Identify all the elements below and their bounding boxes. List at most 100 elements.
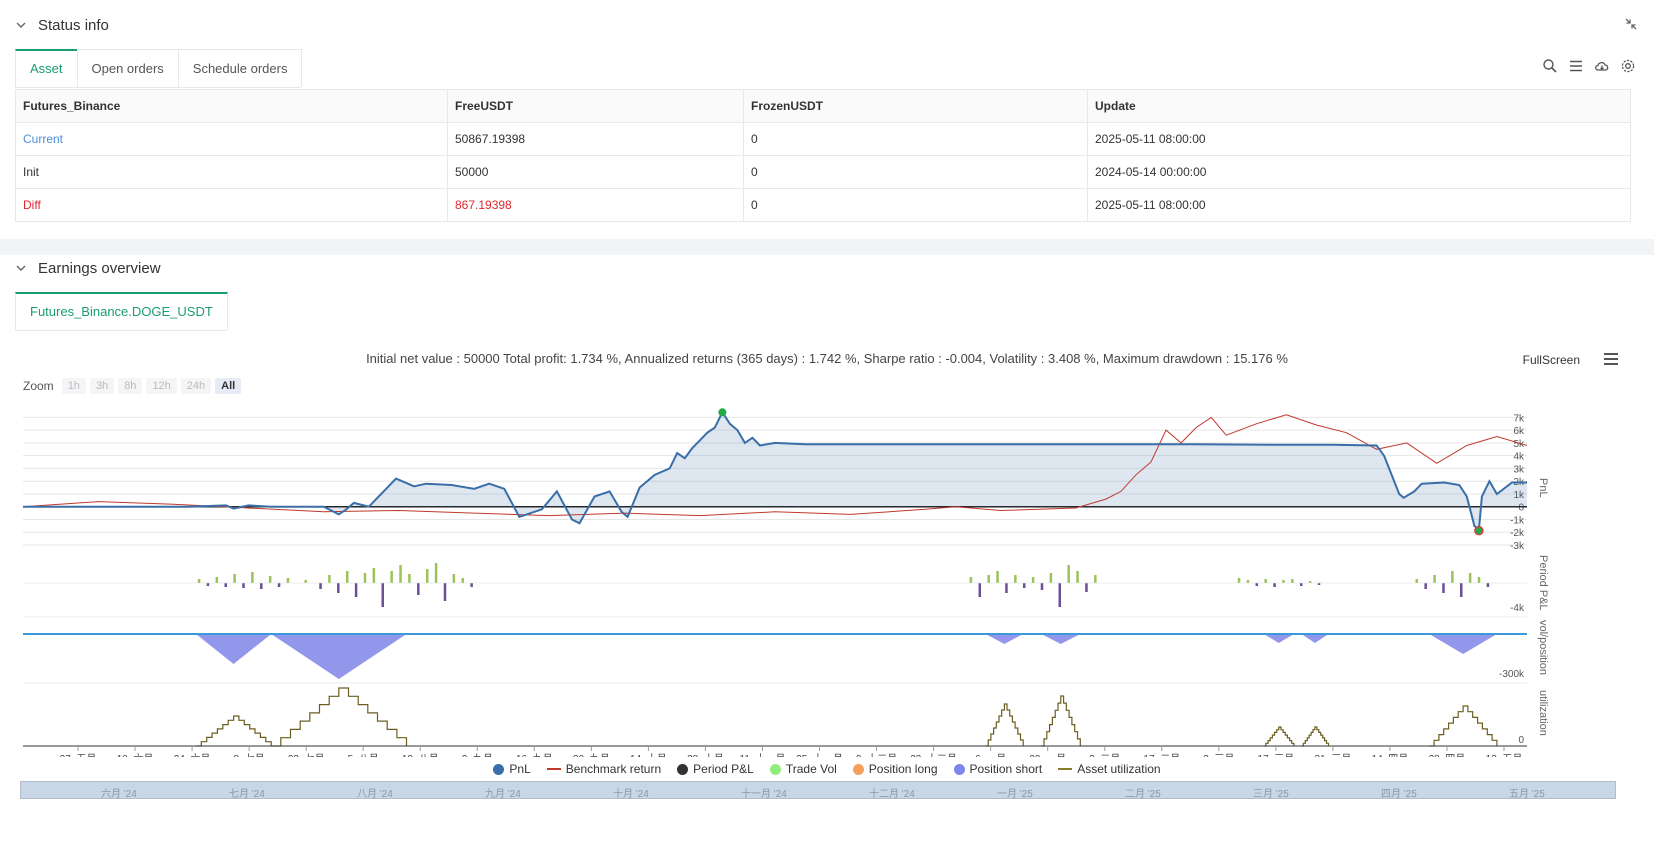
navigator-label: 十一月 '24 <box>741 789 787 800</box>
period-pnl-bar <box>206 583 210 586</box>
period-pnl-bar <box>354 583 358 597</box>
period-pnl-bar <box>1264 579 1267 583</box>
period-pnl-bar <box>1308 581 1312 583</box>
period-pnl-bar <box>277 583 281 587</box>
period-pnl-bar <box>381 583 385 607</box>
y-tick-label: -3k <box>1510 541 1525 552</box>
period-pnl-bar <box>1067 565 1070 583</box>
legend-item-position-long[interactable]: Position long <box>852 762 938 776</box>
navigator-label: 八月 '24 <box>357 789 393 800</box>
legend-marker <box>769 763 781 775</box>
status-panel: Status info Asset Open orders Schedule o… <box>0 0 1654 239</box>
update-value: 2024-05-14 00:00:00 <box>1087 155 1631 189</box>
search-icon[interactable] <box>1542 58 1558 74</box>
period-pnl-bar <box>224 583 227 587</box>
earnings-panel-header[interactable]: Earnings overview <box>0 243 1654 293</box>
navigator-label: 三月 '25 <box>1253 789 1289 800</box>
y-tick-label: 3k <box>1513 464 1525 475</box>
panel-title: Status info <box>38 16 109 34</box>
chevron-down-icon[interactable] <box>14 18 28 32</box>
x-tick-label: 17. 三月 <box>1257 753 1294 757</box>
time-navigator[interactable]: 六月 '24 七月 '24 八月 '24 九月 '24 十月 '24 十一月 '24 十二月… <box>20 781 1616 800</box>
column-header: FreeUSDT <box>447 89 744 123</box>
period-pnl-bar <box>1049 573 1053 583</box>
tab-schedule-orders[interactable]: Schedule orders <box>177 49 303 87</box>
zoom-1h-button[interactable]: 1h <box>61 378 86 394</box>
table-toolbar <box>1542 58 1636 74</box>
asset-utilization-line <box>195 715 272 747</box>
gear-icon[interactable] <box>1620 58 1636 74</box>
min-marker <box>1474 525 1484 536</box>
x-tick-label: 3. 二月 <box>1089 753 1120 757</box>
fullscreen-button[interactable]: FullScreen <box>1523 353 1580 367</box>
period-pnl-bar <box>1094 575 1097 583</box>
legend-marker <box>852 763 864 775</box>
period-pnl-bar <box>215 577 219 583</box>
legend-label: Period P&L <box>693 762 754 776</box>
x-tick-label: 3. 三月 <box>1203 753 1234 757</box>
frozen-value: 0 <box>743 188 1088 222</box>
period-pnl-bar <box>345 571 349 583</box>
period-pnl-bar <box>969 577 973 583</box>
navigator-label: 六月 '24 <box>101 789 137 800</box>
x-tick-label: 22. 七月 <box>288 753 325 757</box>
zoom-all-button[interactable]: All <box>215 378 242 394</box>
zoom-24h-button[interactable]: 24h <box>180 378 212 394</box>
legend-item-asset-utilization[interactable]: Asset utilization <box>1058 762 1161 776</box>
chevron-down-icon[interactable] <box>14 261 28 275</box>
navigator-label: 二月 '25 <box>1125 789 1161 800</box>
list-icon[interactable] <box>1568 58 1584 74</box>
collapse-fullscreen-icon[interactable] <box>1624 17 1638 31</box>
y-tick-label: -4k <box>1510 603 1525 614</box>
zoom-8h-button[interactable]: 8h <box>118 378 143 394</box>
asset-utilization-line <box>1429 705 1498 747</box>
period-pnl-bar <box>372 568 376 583</box>
chart-menu-icon[interactable] <box>1602 352 1620 366</box>
zoom-12h-button[interactable]: 12h <box>146 378 177 394</box>
tab-asset[interactable]: Asset <box>15 49 78 87</box>
position-short-area <box>1041 634 1081 644</box>
period-pnl-bar <box>242 583 245 588</box>
period-pnl-bar <box>304 580 307 583</box>
x-tick-label: 5. 八月 <box>348 753 379 757</box>
legend-item-trade-vol[interactable]: Trade Vol <box>769 762 837 776</box>
period-pnl-bar <box>233 574 236 583</box>
legend-item-benchmark[interactable]: Benchmark return <box>546 762 662 776</box>
tab-symbol[interactable]: Futures_Binance.DOGE_USDT <box>15 292 228 330</box>
period-pnl-bar <box>337 583 340 593</box>
x-tick-label: 2. 九月 <box>462 753 493 757</box>
x-tick-label: 9. 十二月 <box>856 752 897 757</box>
period-pnl-bar <box>1451 571 1454 583</box>
legend-label: Benchmark return <box>565 762 662 776</box>
status-panel-header[interactable]: Status info <box>0 0 1654 50</box>
asset-table: Futures_Binance FreeUSDT FrozenUSDT Upda… <box>15 89 1631 222</box>
legend-item-period-pnl[interactable]: Period P&L <box>677 762 754 776</box>
period-pnl-bar <box>434 563 438 583</box>
zoom-controls: Zoom 1h 3h 8h 12h 24h All <box>23 378 242 394</box>
position-short-area <box>985 634 1024 644</box>
period-pnl-bar <box>1317 583 1321 585</box>
row-label-current[interactable]: Current <box>15 122 448 156</box>
chart-summary: Initial net value : 50000 Total profit: … <box>366 351 1288 366</box>
y-tick-label: -300k <box>1499 669 1525 680</box>
cloud-download-icon[interactable] <box>1594 58 1610 74</box>
column-header: FrozenUSDT <box>743 89 1088 123</box>
earnings-panel: Earnings overview Futures_Binance.DOGE_U… <box>0 255 1654 841</box>
chart-legend: PnL Benchmark return Period P&L Trade Vo… <box>0 762 1654 776</box>
pnl-axis-label: PnL <box>1537 478 1549 498</box>
period-pnl-axis-label: Period P&L <box>1537 555 1549 611</box>
x-tick-label: 12. 五月 <box>1486 753 1523 757</box>
zoom-3h-button[interactable]: 3h <box>89 378 115 394</box>
tab-open-orders[interactable]: Open orders <box>76 49 179 87</box>
legend-item-pnl[interactable]: PnL <box>493 762 531 776</box>
period-pnl-bar <box>1282 580 1285 583</box>
y-tick-label: -2k <box>1510 528 1525 539</box>
period-pnl-bar <box>987 575 990 583</box>
period-pnl-bar <box>1424 583 1427 589</box>
navigator-label: 九月 '24 <box>485 789 521 800</box>
period-pnl-bar <box>1076 571 1079 583</box>
x-tick-label: 16. 九月 <box>516 753 553 757</box>
x-tick-label: 27. 五月 <box>60 753 97 757</box>
legend-item-position-short[interactable]: Position short <box>953 762 1042 776</box>
period-pnl-bar <box>1085 583 1088 592</box>
